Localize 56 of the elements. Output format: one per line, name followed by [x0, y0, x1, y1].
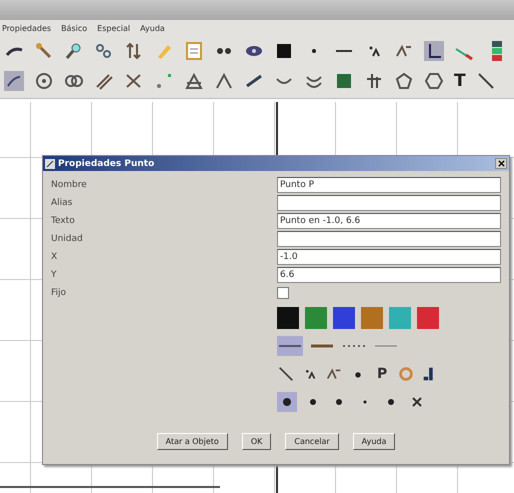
menu-item[interactable]: Especial [97, 24, 130, 32]
checkbox[interactable] [277, 287, 289, 299]
color-swatch[interactable] [389, 307, 411, 329]
dialog-button[interactable]: Ayuda [352, 433, 396, 450]
input-field[interactable]: 6.6 [277, 267, 501, 283]
line-sample-icon [278, 342, 302, 350]
dialog-title: Propiedades Punto [58, 158, 156, 168]
field-label: Y [51, 269, 58, 282]
points-icon[interactable] [154, 71, 174, 91]
field-label: X [51, 251, 58, 264]
input-field[interactable]: Punto P [277, 177, 501, 193]
close-button[interactable] [495, 158, 507, 169]
field-label: Fijo [51, 287, 68, 300]
field-label: Alias [51, 197, 74, 210]
triangle-icon[interactable] [184, 71, 204, 91]
angle-icon[interactable] [214, 71, 234, 91]
field-label: Nombre [51, 179, 88, 192]
dot-icon [281, 396, 293, 408]
line-icon[interactable] [277, 365, 295, 383]
color-swatch[interactable] [361, 307, 383, 329]
menu-item[interactable]: Básico [61, 24, 88, 32]
circle-icon[interactable] [34, 71, 54, 91]
menu-item[interactable]: Ayuda [140, 24, 165, 32]
dialog-button[interactable]: Cancelar [285, 433, 339, 450]
app-icon [45, 158, 55, 168]
color-swatch[interactable] [305, 307, 327, 329]
input-field[interactable]: -1.0 [277, 249, 501, 265]
cross-icon [411, 396, 423, 408]
color-swatch[interactable] [333, 307, 355, 329]
line-sample-icon [310, 342, 334, 350]
input-field[interactable] [277, 195, 501, 211]
input-field[interactable]: Punto en -1.0, 6.6 [277, 213, 501, 229]
square-icon[interactable] [274, 41, 294, 61]
dot-icon [307, 396, 319, 408]
dialog-button[interactable]: OK [242, 433, 272, 450]
wrench-icon[interactable] [34, 41, 54, 61]
dot-icon [385, 396, 397, 408]
curve-icon[interactable] [4, 71, 24, 91]
hexagon-icon[interactable] [424, 71, 444, 91]
pentagon-icon[interactable] [394, 71, 414, 91]
input-field[interactable] [277, 231, 501, 247]
menu-item[interactable]: Propiedades [2, 24, 52, 32]
dialog-button[interactable]: Atar a Objeto [156, 433, 228, 450]
filled-square-icon[interactable] [334, 71, 354, 91]
color-swatch[interactable] [277, 307, 299, 329]
field-label: Texto [51, 215, 76, 228]
clipboard-icon[interactable] [184, 41, 204, 61]
axes-icon[interactable] [424, 41, 444, 61]
dot-icon [333, 396, 345, 408]
text-tool[interactable]: T [454, 71, 466, 91]
field-label: Unidad [51, 233, 84, 246]
line-style-option[interactable] [277, 336, 303, 356]
point-style-option[interactable] [277, 392, 297, 412]
color-swatch[interactable] [417, 307, 439, 329]
point-label-tool[interactable]: P [373, 366, 392, 382]
line-icon[interactable] [476, 71, 496, 91]
